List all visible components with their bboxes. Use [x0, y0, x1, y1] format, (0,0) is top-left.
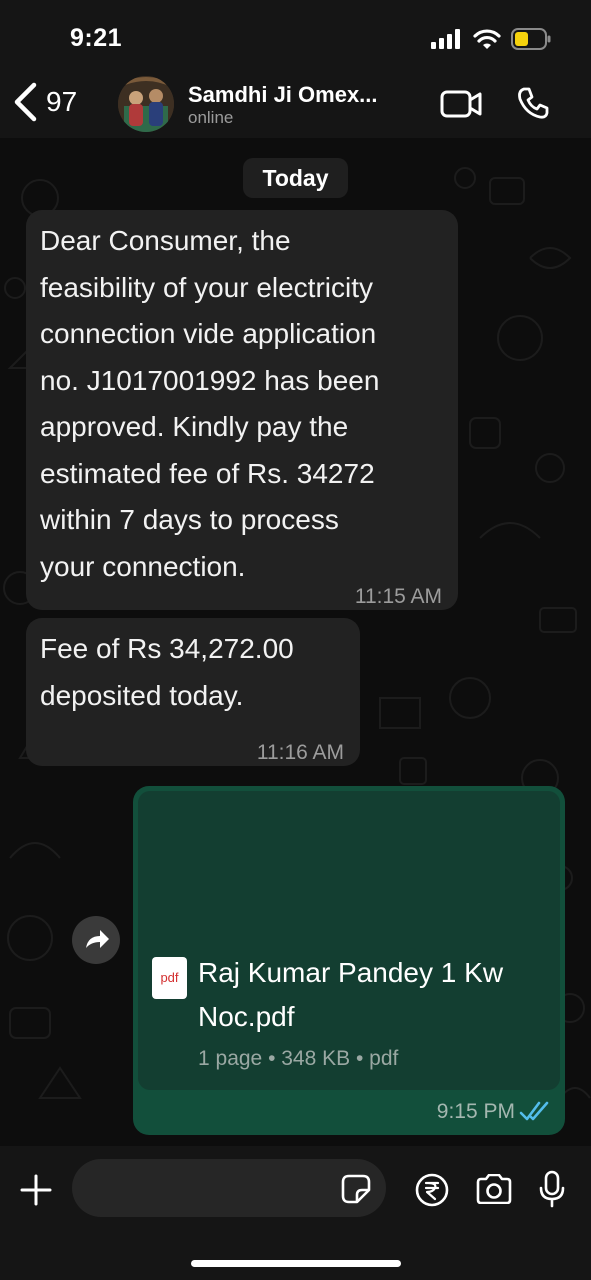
contact-avatar[interactable]	[118, 76, 174, 132]
chat-screen: 9:21 97 Samdhi Ji Omex... online Today D…	[0, 0, 591, 1280]
message-time: 9:15 PM	[436, 1100, 515, 1123]
phone-call-icon[interactable]	[516, 86, 550, 120]
incoming-message[interactable]: Fee of Rs 34,272.00 deposited today. 11:…	[26, 618, 360, 766]
message-line: Fee of Rs 34,272.00	[40, 633, 294, 664]
date-separator: Today	[243, 158, 348, 198]
battery-icon	[511, 28, 551, 50]
message-line: your connection.	[40, 550, 246, 582]
avatar-image	[118, 76, 174, 132]
camera-icon[interactable]	[475, 1174, 513, 1204]
message-input[interactable]	[72, 1159, 386, 1217]
status-time: 9:21	[70, 24, 123, 52]
contact-status: online	[188, 108, 234, 127]
unread-count: 97	[46, 86, 78, 117]
status-bar: 9:21	[0, 0, 591, 78]
message-text: Fee of Rs 34,272.00 deposited today.	[40, 626, 294, 719]
document-card[interactable]: pdf Raj Kumar Pandey 1 Kw Noc.pdf 1 page…	[138, 791, 560, 1090]
contact-name[interactable]: Samdhi Ji Omex...	[188, 82, 378, 108]
rupee-payment-icon[interactable]	[415, 1173, 449, 1207]
home-indicator[interactable]	[191, 1260, 401, 1267]
message-line: no. J1017001992 has been	[40, 364, 380, 396]
message-line: approved. Kindly pay the	[40, 411, 349, 442]
status-icons	[431, 28, 551, 50]
message-line: feasibility of your electricity	[40, 271, 374, 303]
message-line: Dear Consumer, the	[40, 225, 291, 256]
message-line: deposited today.	[40, 679, 244, 711]
document-meta: 1 page • 348 KB • pdf	[198, 1047, 399, 1070]
back-chevron-icon	[14, 82, 37, 122]
video-call-icon[interactable]	[440, 90, 482, 118]
message-composer	[0, 1146, 591, 1280]
forward-button[interactable]	[72, 916, 120, 964]
read-receipt-icon	[519, 1101, 549, 1121]
forward-arrow-icon	[86, 930, 109, 948]
message-time: 11:15 AM	[354, 585, 442, 608]
signal-icon	[431, 29, 460, 49]
message-line: within 7 days to process	[40, 504, 339, 535]
plus-icon[interactable]	[18, 1172, 54, 1208]
message-line: estimated fee of Rs. 34272	[40, 457, 375, 489]
outgoing-document-message[interactable]: pdf Raj Kumar Pandey 1 Kw Noc.pdf 1 page…	[133, 786, 565, 1135]
pdf-file-icon: pdf	[152, 957, 187, 999]
chat-header: 97 Samdhi Ji Omex... online	[0, 68, 591, 138]
message-line: connection vide application	[40, 318, 377, 349]
message-time: 11:16 AM	[256, 741, 344, 764]
wifi-icon	[473, 28, 501, 49]
back-button[interactable]: 97	[12, 82, 77, 122]
message-text: Dear Consumer, the feasibility of your e…	[40, 218, 379, 590]
incoming-message[interactable]: Dear Consumer, the feasibility of your e…	[26, 210, 458, 610]
document-name: Raj Kumar Pandey 1 Kw Noc.pdf	[198, 957, 504, 1032]
microphone-icon[interactable]	[538, 1170, 566, 1208]
sticker-icon[interactable]	[341, 1174, 371, 1204]
